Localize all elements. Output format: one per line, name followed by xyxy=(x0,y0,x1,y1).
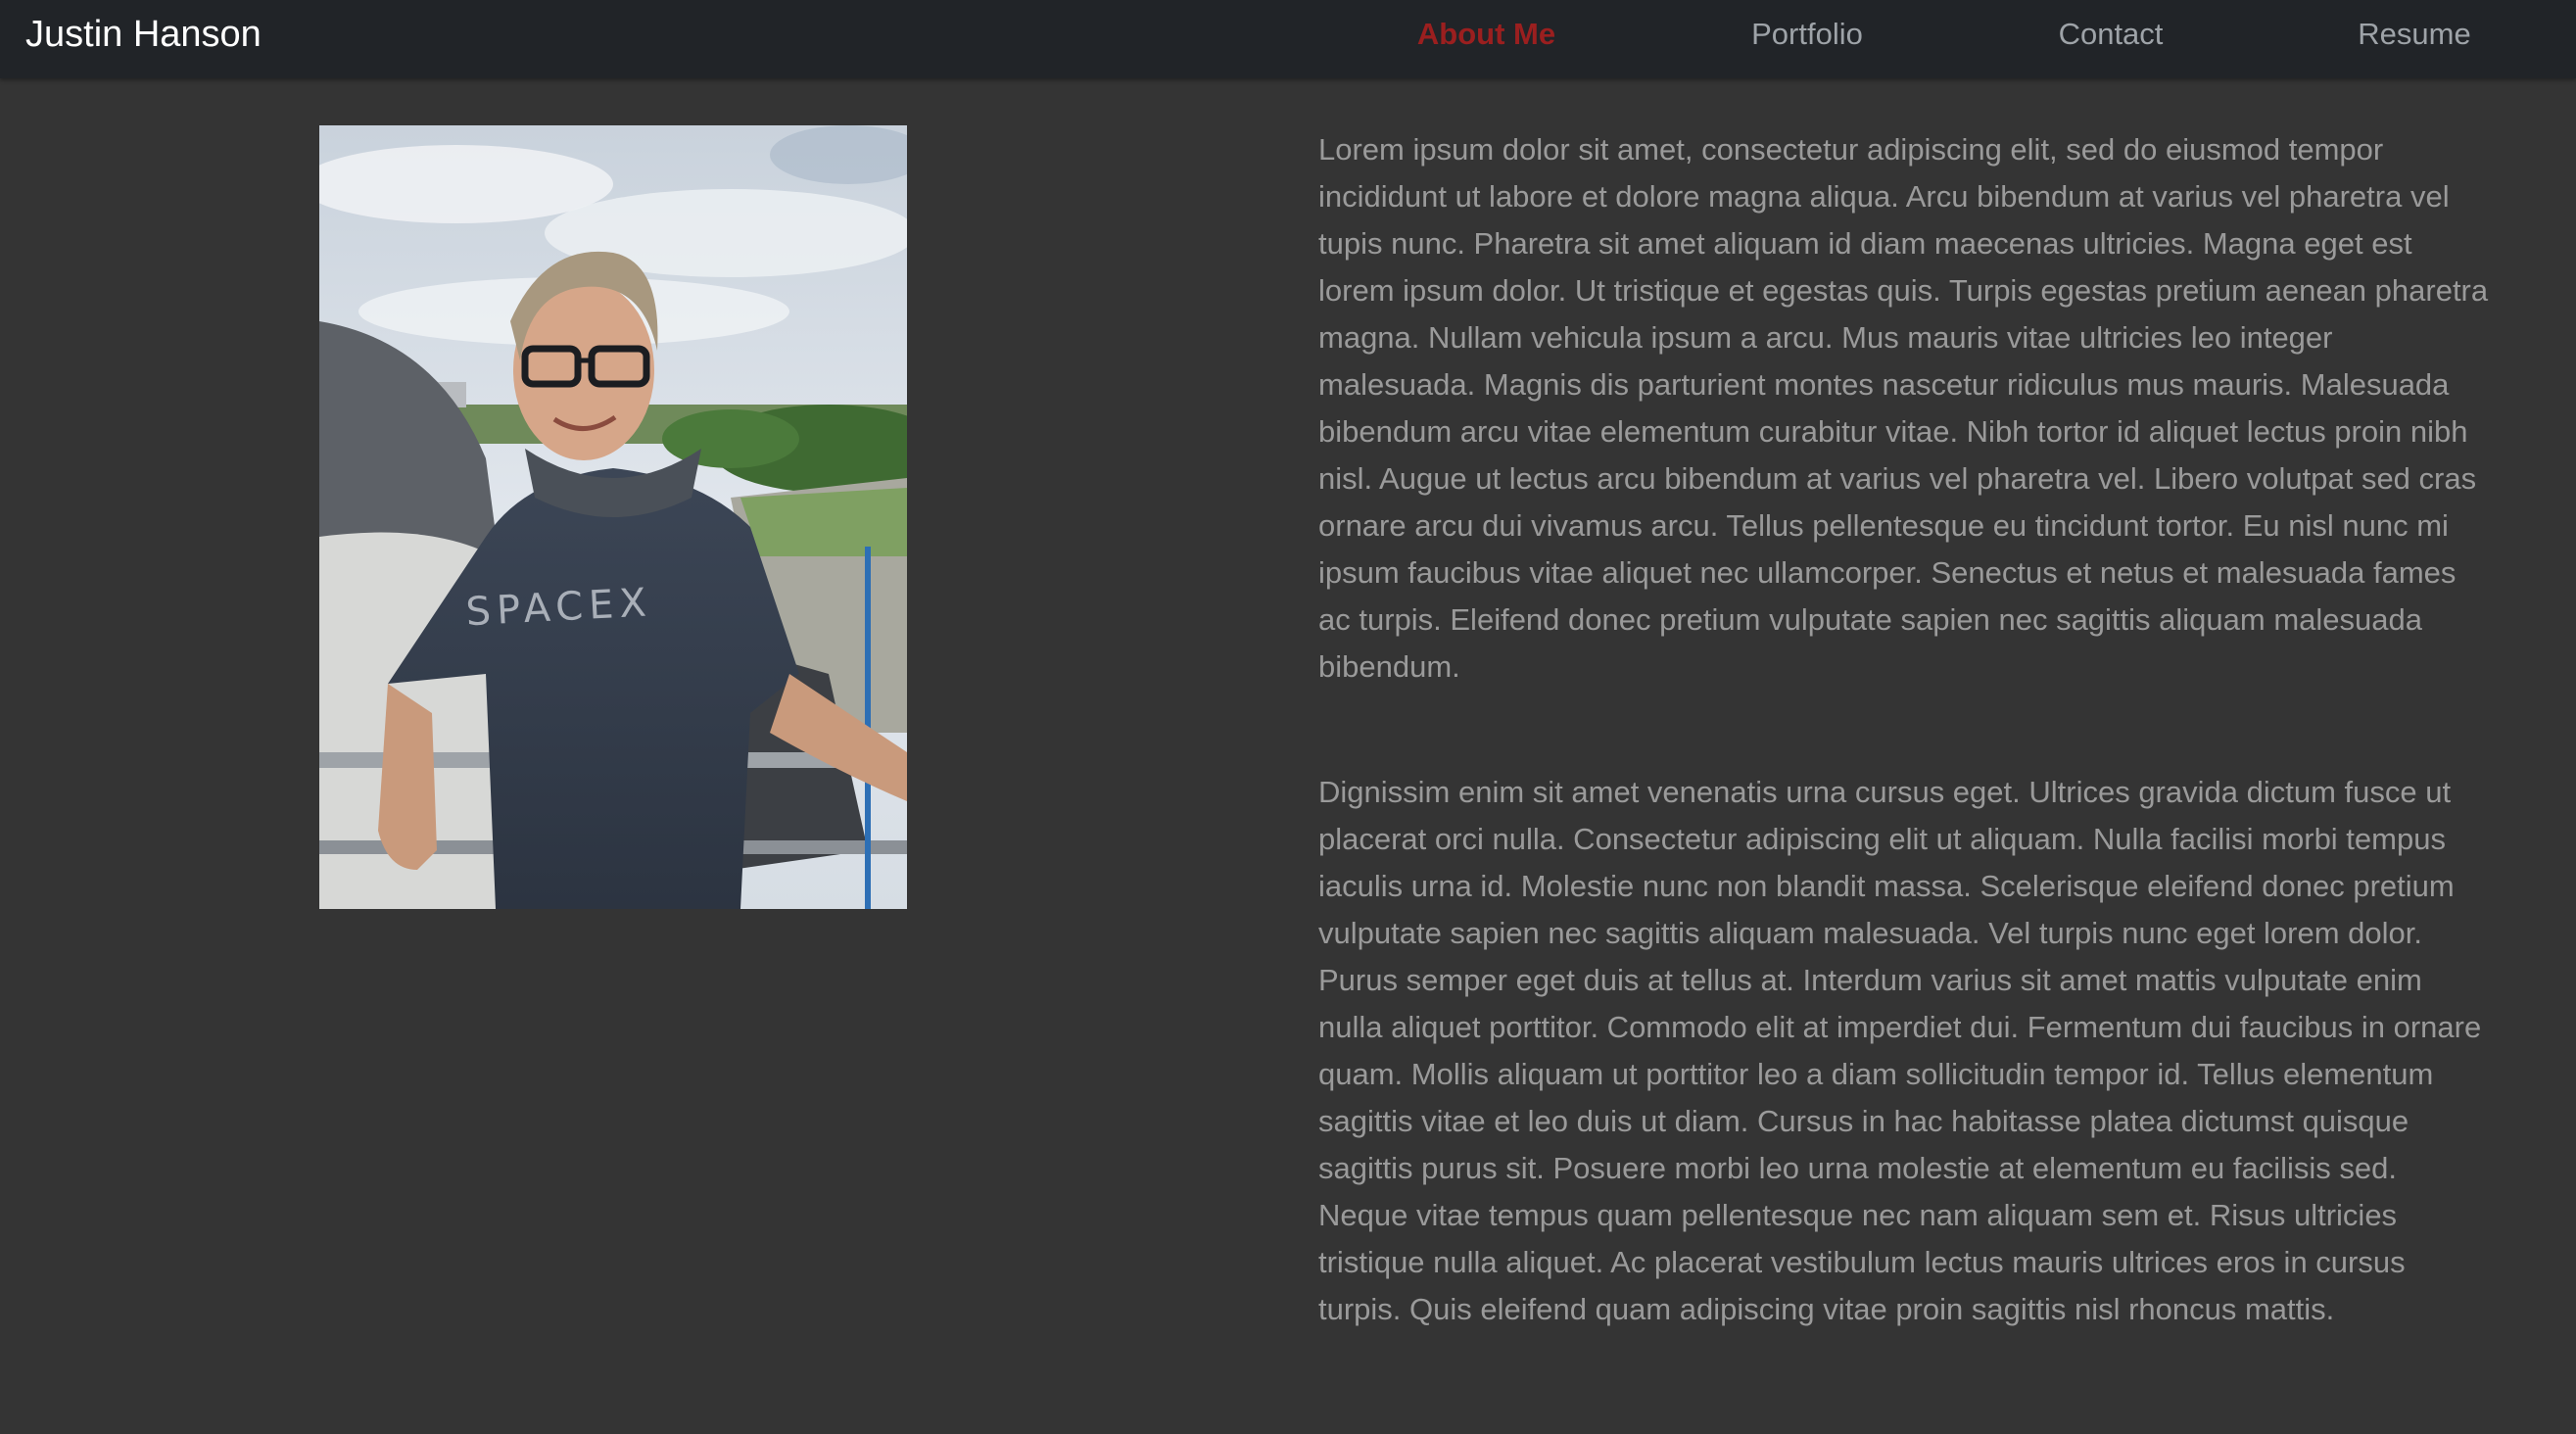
navbar: Justin Hanson About Me Portfolio Contact… xyxy=(0,0,2576,78)
about-paragraph-1: Lorem ipsum dolor sit amet, consectetur … xyxy=(1318,132,2489,684)
nav-link-contact[interactable]: Contact xyxy=(1998,0,2223,69)
brand-link[interactable]: Justin Hanson xyxy=(25,0,262,69)
about-content: Lorem ipsum dolor sit amet, consectetur … xyxy=(1318,126,2494,1411)
nav-link-resume[interactable]: Resume xyxy=(2302,0,2527,69)
profile-photo: SPACEX xyxy=(319,125,907,909)
about-paragraph-2: Dignissim enim sit amet venenatis urna c… xyxy=(1318,775,2482,1326)
nav-link-portfolio[interactable]: Portfolio xyxy=(1694,0,1920,69)
nav-link-about[interactable]: About Me xyxy=(1371,0,1601,69)
